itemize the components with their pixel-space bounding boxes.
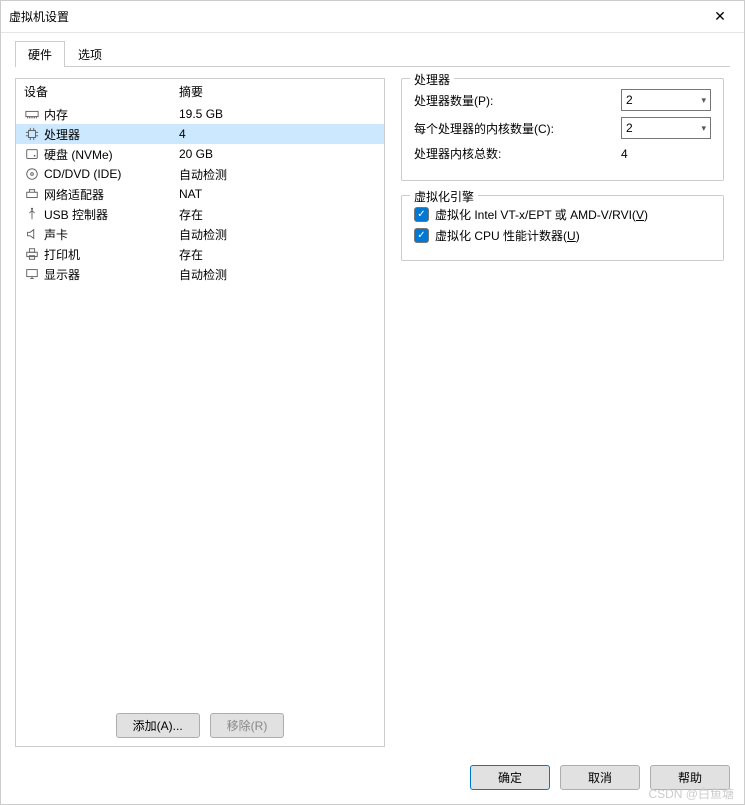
disk-icon xyxy=(24,146,40,162)
device-summary: 自动检测 xyxy=(179,266,376,283)
cd-icon xyxy=(24,166,40,182)
content-area: 设备 摘要 内存19.5 GB处理器4硬盘 (NVMe)20 GBCD/DVD … xyxy=(1,68,744,755)
chevron-down-icon: ▾ xyxy=(701,123,706,134)
device-name: USB 控制器 xyxy=(44,206,179,223)
memory-icon xyxy=(24,106,40,122)
device-name: 硬盘 (NVMe) xyxy=(44,146,179,163)
tab-options[interactable]: 选项 xyxy=(65,41,115,67)
num-processors-label: 处理器数量(P): xyxy=(414,92,613,109)
ok-button[interactable]: 确定 xyxy=(470,765,550,790)
device-summary: NAT xyxy=(179,187,376,201)
device-name: 处理器 xyxy=(44,126,179,143)
device-name: 内存 xyxy=(44,106,179,123)
device-list-header: 设备 摘要 xyxy=(16,79,384,104)
cores-per-select[interactable]: 2 ▾ xyxy=(621,117,711,139)
virt-legend: 虚拟化引擎 xyxy=(410,188,478,205)
cpu-icon xyxy=(24,126,40,142)
help-button[interactable]: 帮助 xyxy=(650,765,730,790)
net-icon xyxy=(24,186,40,202)
col-summary-label: 摘要 xyxy=(179,83,376,100)
settings-panel: 处理器 处理器数量(P): 2 ▾ 每个处理器的内核数量(C): 2 ▾ xyxy=(395,78,730,747)
cancel-button[interactable]: 取消 xyxy=(560,765,640,790)
device-summary: 存在 xyxy=(179,206,376,223)
device-row-printer[interactable]: 打印机存在 xyxy=(16,244,384,264)
vt-checkbox[interactable]: ✓ xyxy=(414,207,429,222)
device-row-cpu[interactable]: 处理器4 xyxy=(16,124,384,144)
total-cores-label: 处理器内核总数: xyxy=(414,145,613,162)
vt-label[interactable]: 虚拟化 Intel VT-x/EPT 或 AMD-V/RVI(V) xyxy=(435,206,648,223)
device-row-net[interactable]: 网络适配器NAT xyxy=(16,184,384,204)
device-name: 显示器 xyxy=(44,266,179,283)
device-summary: 存在 xyxy=(179,246,376,263)
tab-divider xyxy=(15,66,730,67)
cores-per-label: 每个处理器的内核数量(C): xyxy=(414,120,613,137)
col-device-label: 设备 xyxy=(24,83,179,100)
device-list[interactable]: 内存19.5 GB处理器4硬盘 (NVMe)20 GBCD/DVD (IDE)自… xyxy=(16,104,384,705)
counters-label[interactable]: 虚拟化 CPU 性能计数器(U) xyxy=(435,227,580,244)
remove-button[interactable]: 移除(R) xyxy=(210,713,285,738)
processor-group: 处理器 处理器数量(P): 2 ▾ 每个处理器的内核数量(C): 2 ▾ xyxy=(401,78,724,181)
sound-icon xyxy=(24,226,40,242)
num-processors-select[interactable]: 2 ▾ xyxy=(621,89,711,111)
device-name: 打印机 xyxy=(44,246,179,263)
device-summary: 19.5 GB xyxy=(179,107,376,121)
row-num-processors: 处理器数量(P): 2 ▾ xyxy=(414,89,711,111)
display-icon xyxy=(24,266,40,282)
row-counters: ✓ 虚拟化 CPU 性能计数器(U) xyxy=(414,227,711,244)
titlebar: 虚拟机设置 ✕ xyxy=(1,1,744,33)
device-row-sound[interactable]: 声卡自动检测 xyxy=(16,224,384,244)
device-row-cd[interactable]: CD/DVD (IDE)自动检测 xyxy=(16,164,384,184)
cores-per-value: 2 xyxy=(626,121,633,135)
close-icon: ✕ xyxy=(714,8,726,25)
device-name: 声卡 xyxy=(44,226,179,243)
chevron-down-icon: ▾ xyxy=(701,95,706,106)
num-processors-value: 2 xyxy=(626,93,633,107)
total-cores-value: 4 xyxy=(621,147,711,161)
device-row-display[interactable]: 显示器自动检测 xyxy=(16,264,384,284)
counters-checkbox[interactable]: ✓ xyxy=(414,228,429,243)
printer-icon xyxy=(24,246,40,262)
tabs: 硬件 选项 xyxy=(1,33,744,67)
device-row-disk[interactable]: 硬盘 (NVMe)20 GB xyxy=(16,144,384,164)
device-summary: 自动检测 xyxy=(179,226,376,243)
row-vt: ✓ 虚拟化 Intel VT-x/EPT 或 AMD-V/RVI(V) xyxy=(414,206,711,223)
row-total-cores: 处理器内核总数: 4 xyxy=(414,145,711,162)
device-summary: 20 GB xyxy=(179,147,376,161)
device-buttons: 添加(A)... 移除(R) xyxy=(16,705,384,746)
usb-icon xyxy=(24,206,40,222)
tab-hardware[interactable]: 硬件 xyxy=(15,41,65,67)
dialog-title: 虚拟机设置 xyxy=(9,8,704,25)
dialog-footer: 确定 取消 帮助 xyxy=(1,755,744,804)
row-cores-per: 每个处理器的内核数量(C): 2 ▾ xyxy=(414,117,711,139)
close-button[interactable]: ✕ xyxy=(704,1,736,33)
device-row-memory[interactable]: 内存19.5 GB xyxy=(16,104,384,124)
device-name: CD/DVD (IDE) xyxy=(44,167,179,181)
device-name: 网络适配器 xyxy=(44,186,179,203)
add-button[interactable]: 添加(A)... xyxy=(116,713,200,738)
device-panel: 设备 摘要 内存19.5 GB处理器4硬盘 (NVMe)20 GBCD/DVD … xyxy=(15,78,385,747)
vm-settings-dialog: 虚拟机设置 ✕ 硬件 选项 设备 摘要 内存19.5 GB处理器4硬盘 (NVM… xyxy=(0,0,745,805)
device-summary: 4 xyxy=(179,127,376,141)
processor-legend: 处理器 xyxy=(410,71,454,88)
device-row-usb[interactable]: USB 控制器存在 xyxy=(16,204,384,224)
device-summary: 自动检测 xyxy=(179,166,376,183)
virtualization-group: 虚拟化引擎 ✓ 虚拟化 Intel VT-x/EPT 或 AMD-V/RVI(V… xyxy=(401,195,724,261)
